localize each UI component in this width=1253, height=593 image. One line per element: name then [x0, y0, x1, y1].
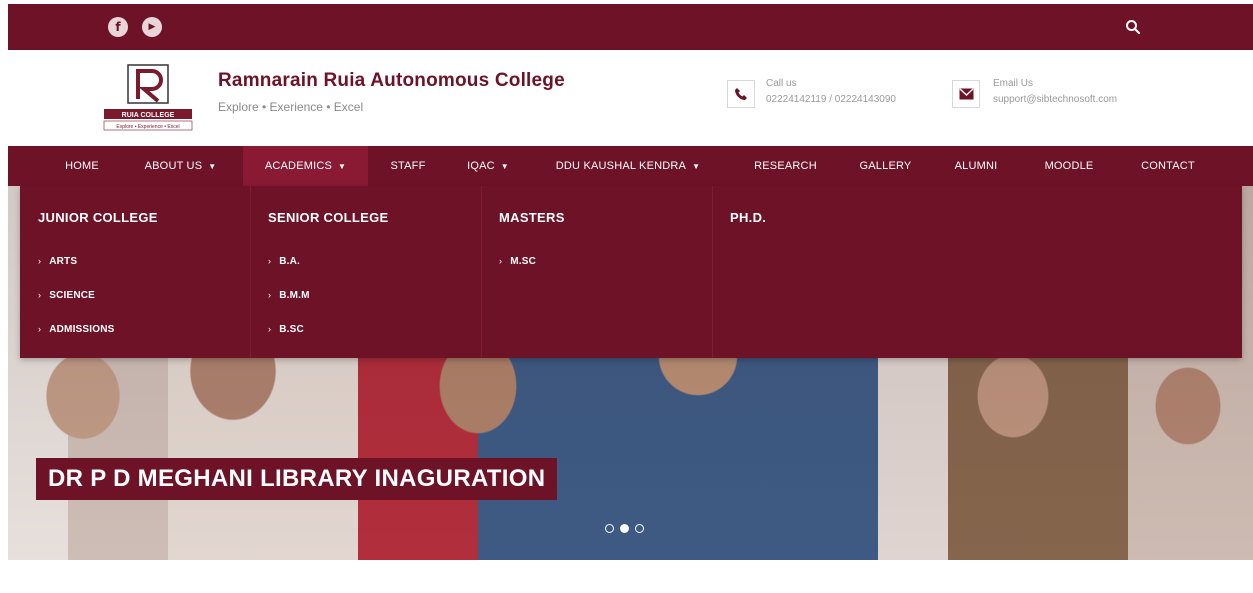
facebook-icon[interactable]: f	[108, 17, 128, 37]
nav-contact[interactable]: CONTACT	[1122, 146, 1214, 186]
college-name[interactable]: Ramnarain Ruia Autonomous College	[218, 70, 565, 92]
nav-ddu-kaushal-kendra[interactable]: DDU KAUSHAL KENDRA ▼	[528, 146, 728, 186]
nav-academics[interactable]: ACADEMICS ▼	[243, 146, 368, 186]
nav-staff[interactable]: STAFF	[368, 146, 448, 186]
email-label: Email Us	[993, 78, 1034, 89]
chevron-down-icon: ▼	[692, 162, 701, 171]
chevron-right-icon: ›	[268, 256, 272, 266]
nav-label: HOME	[65, 160, 99, 172]
call-label: Call us	[766, 78, 797, 89]
menu-link-bmm[interactable]: › B.M.M	[268, 290, 310, 301]
nav-home[interactable]: HOME	[46, 146, 118, 186]
call-numbers: 02224142119 / 02224143090	[766, 94, 896, 105]
menu-column-senior-college: SENIOR COLLEGE › B.A. › B.M.M › B.SC	[250, 186, 482, 358]
nav-label: RESEARCH	[754, 160, 817, 172]
chevron-down-icon: ▼	[500, 162, 509, 171]
phone-icon	[727, 80, 755, 108]
nav-label: ACADEMICS	[264, 160, 333, 172]
page-frame: f ▶ RUIA COLLEGE Explore • Experience • …	[8, 4, 1253, 560]
nav-label: DDU KAUSHAL KENDRA	[555, 160, 687, 172]
logo-subtext: Explore • Experience • Excel	[116, 124, 179, 130]
menu-heading: MASTERS	[499, 210, 565, 225]
chevron-right-icon: ›	[38, 290, 42, 300]
menu-heading[interactable]: PH.D.	[730, 210, 766, 225]
search-icon[interactable]	[1124, 18, 1142, 36]
slider-dot-1[interactable]	[605, 524, 614, 533]
nav-label: STAFF	[390, 160, 426, 172]
youtube-icon[interactable]: ▶	[142, 17, 162, 37]
top-bar: f ▶	[8, 4, 1253, 51]
main-nav: HOME ABOUT US ▼ ACADEMICS ▼ STAFF IQAC ▼ DD…	[8, 146, 1253, 186]
chevron-right-icon: ›	[38, 256, 42, 266]
nav-gallery[interactable]: GALLERY	[843, 146, 928, 186]
page-bottom-whitespace	[0, 560, 1253, 593]
menu-column-masters: MASTERS › M.SC	[481, 186, 713, 358]
logo-text: RUIA COLLEGE	[122, 112, 175, 119]
menu-heading: SENIOR COLLEGE	[268, 210, 389, 225]
nav-label: CONTACT	[1141, 160, 1195, 172]
chevron-down-icon: ▼	[208, 162, 217, 171]
site-header: RUIA COLLEGE Explore • Experience • Exce…	[8, 50, 1253, 146]
slider-dot-3[interactable]	[635, 524, 644, 533]
nav-moodle[interactable]: MOODLE	[1026, 146, 1112, 186]
menu-link-msc[interactable]: › M.SC	[499, 256, 536, 267]
nav-label: GALLERY	[859, 160, 912, 172]
slider-dot-2[interactable]	[620, 524, 629, 533]
menu-heading: JUNIOR COLLEGE	[38, 210, 158, 225]
nav-label: MOODLE	[1044, 160, 1094, 172]
tagline: Explore • Exerience • Excel	[218, 100, 364, 114]
menu-link-admissions[interactable]: › ADMISSIONS	[38, 324, 115, 335]
nav-research[interactable]: RESEARCH	[738, 146, 833, 186]
menu-column-phd: PH.D.	[712, 186, 1242, 358]
menu-link-ba[interactable]: › B.A.	[268, 256, 300, 267]
email-address[interactable]: support@sibtechnosoft.com	[993, 94, 1117, 105]
chevron-right-icon: ›	[268, 324, 272, 334]
slider-pagination	[605, 524, 644, 533]
menu-column-junior-college: JUNIOR COLLEGE › ARTS › SCIENCE › ADMISSION…	[20, 186, 251, 358]
menu-link-arts[interactable]: › ARTS	[38, 256, 77, 267]
nav-label: IQAC	[467, 160, 495, 172]
menu-link-science[interactable]: › SCIENCE	[38, 290, 95, 301]
chevron-right-icon: ›	[38, 324, 42, 334]
chevron-down-icon: ▼	[338, 162, 347, 171]
academics-mega-menu: JUNIOR COLLEGE › ARTS › SCIENCE › ADMISSION…	[20, 186, 1242, 358]
college-logo[interactable]: RUIA COLLEGE Explore • Experience • Exce…	[100, 63, 196, 133]
nav-about-us[interactable]: ABOUT US ▼	[118, 146, 243, 186]
nav-label: ABOUT US	[144, 160, 203, 172]
nav-alumni[interactable]: ALUMNI	[936, 146, 1016, 186]
nav-label: ALUMNI	[954, 160, 998, 172]
chevron-right-icon: ›	[268, 290, 272, 300]
chevron-right-icon: ›	[499, 256, 503, 266]
menu-link-bsc[interactable]: › B.SC	[268, 324, 304, 335]
nav-iqac[interactable]: IQAC ▼	[448, 146, 528, 186]
email-icon	[952, 80, 980, 108]
slide-caption: DR P D MEGHANI LIBRARY INAGURATION	[36, 458, 558, 500]
